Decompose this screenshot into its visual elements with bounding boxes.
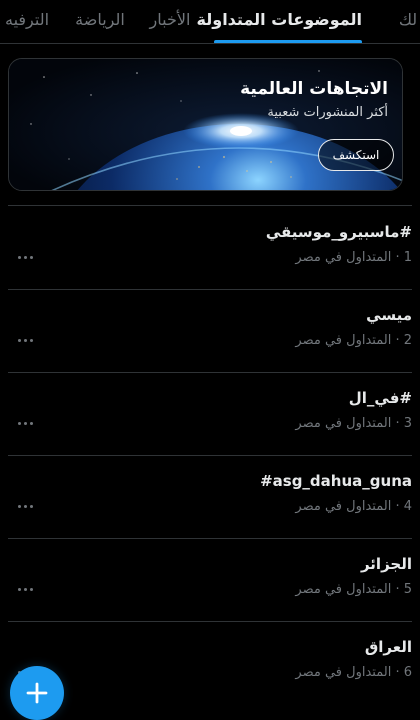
rank-separator: · (391, 416, 404, 431)
tab-label: الترفيه (4, 10, 50, 29)
trend-item[interactable]: 6 · المتداول في مصر العراق (8, 622, 412, 705)
trend-name: #في_ال (348, 389, 412, 407)
explore-screen: لك الموضوعات المتداولة الأخبار الرياضة ا… (0, 0, 420, 720)
trend-item[interactable]: 2 · المتداول في مصر ميسي (8, 290, 412, 373)
divider (8, 205, 412, 206)
trend-location: المتداول في مصر (295, 416, 392, 431)
rank-separator: · (391, 665, 404, 680)
tab-label: الرياضة (75, 10, 125, 29)
explore-tabs: لك الموضوعات المتداولة الأخبار الرياضة ا… (0, 0, 420, 44)
trend-item[interactable]: 1 · المتداول في مصر #ماسبيرو_موسيقي (8, 207, 412, 290)
trend-location: المتداول في مصر (295, 499, 392, 514)
rank-separator: · (391, 250, 404, 265)
active-tab-indicator (214, 40, 362, 43)
tab-sports[interactable]: الرياضة (65, 0, 135, 43)
trend-name: #ماسبيرو_موسيقي (265, 223, 412, 241)
trend-context: 3 · المتداول في مصر (295, 416, 412, 431)
rank-separator: · (391, 582, 404, 597)
tab-trending[interactable]: الموضوعات المتداولة (197, 0, 362, 43)
explore-button[interactable]: استكشف (318, 139, 394, 171)
trend-context: 5 · المتداول في مصر (295, 582, 412, 597)
trend-context: 6 · المتداول في مصر (295, 665, 412, 680)
tab-for-you[interactable]: لك (390, 0, 420, 43)
compose-button[interactable] (10, 666, 64, 720)
trend-rank: 6 (403, 665, 412, 680)
trend-context: 1 · المتداول في مصر (295, 250, 412, 265)
trend-name: الجزائر (360, 555, 412, 573)
more-horizontal-icon[interactable] (16, 334, 36, 346)
trend-name: #asg_dahua_guna (260, 472, 412, 490)
trend-rank: 2 (403, 333, 412, 348)
trend-location: المتداول في مصر (295, 665, 392, 680)
banner-title: الاتجاهات العالمية (240, 79, 388, 99)
trend-context: 2 · المتداول في مصر (295, 333, 412, 348)
tab-entertainment[interactable]: الترفيه (0, 0, 62, 43)
trend-rank: 3 (403, 416, 412, 431)
trend-location: المتداول في مصر (295, 333, 392, 348)
trend-name: ميسي (366, 306, 412, 324)
rank-separator: · (391, 499, 404, 514)
trend-item[interactable]: 3 · المتداول في مصر #في_ال (8, 373, 412, 456)
trend-rank: 1 (403, 250, 412, 265)
tab-label: الموضوعات المتداولة (196, 10, 362, 29)
plus-icon (26, 682, 48, 704)
rank-separator: · (391, 333, 404, 348)
more-horizontal-icon[interactable] (16, 417, 36, 429)
global-trends-banner[interactable]: الاتجاهات العالمية أكثر المنشورات شعبية … (8, 58, 403, 191)
tab-label: الأخبار (149, 10, 191, 29)
tab-label: لك (398, 10, 418, 29)
trend-location: المتداول في مصر (295, 250, 392, 265)
trend-item[interactable]: 4 · المتداول في مصر #asg_dahua_guna (8, 456, 412, 539)
banner-subtitle: أكثر المنشورات شعبية (267, 105, 388, 120)
more-horizontal-icon[interactable] (16, 583, 36, 595)
trend-location: المتداول في مصر (295, 582, 392, 597)
more-horizontal-icon[interactable] (16, 500, 36, 512)
more-horizontal-icon[interactable] (16, 251, 36, 263)
trend-rank: 4 (403, 499, 412, 514)
tab-news[interactable]: الأخبار (140, 0, 200, 43)
trend-context: 4 · المتداول في مصر (295, 499, 412, 514)
trend-name: العراق (364, 638, 412, 656)
trend-item[interactable]: 5 · المتداول في مصر الجزائر (8, 539, 412, 622)
trend-rank: 5 (403, 582, 412, 597)
